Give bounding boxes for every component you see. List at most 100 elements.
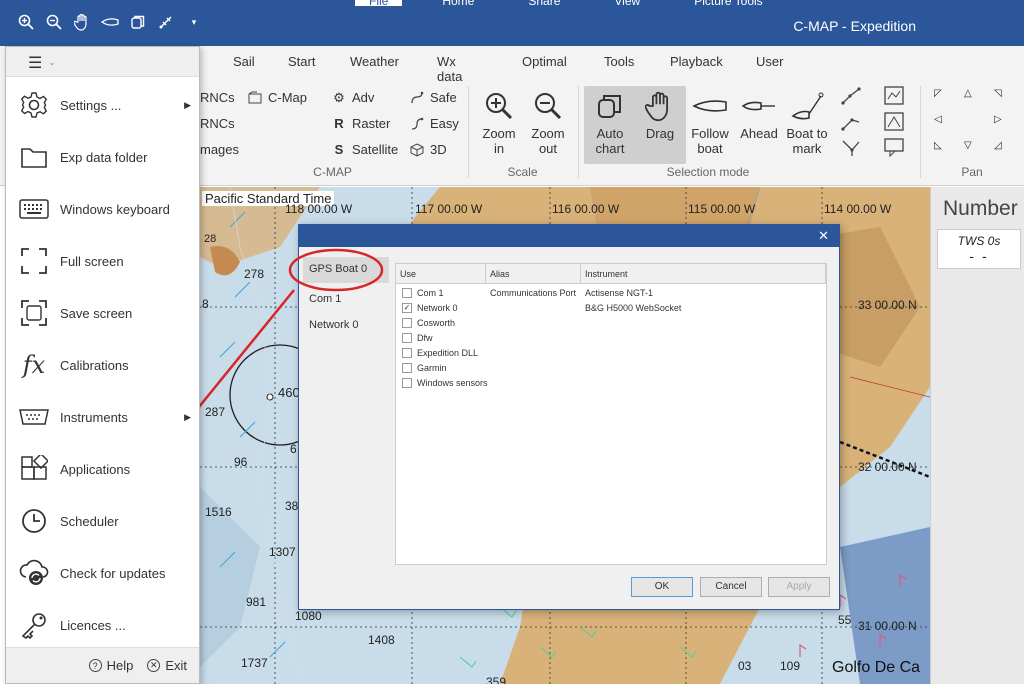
3d-button[interactable]: 3D [410,142,447,157]
zoom-out-qat-icon[interactable] [44,10,64,34]
hand-icon [634,86,686,126]
selection-mode-label: Selection mode [666,165,750,179]
menu-item-windows-keyboard[interactable]: Windows keyboard [6,189,199,229]
menu-item-scheduler[interactable]: Scheduler [6,501,199,541]
grid-row[interactable]: Garmin [402,361,447,375]
depth-1516: 1516 [205,505,232,519]
menu-item-licences[interactable]: Licences ... [6,605,199,645]
menu-item-calibrations[interactable]: fx Calibrations [6,345,199,385]
menu-tab-view[interactable]: View [600,0,654,6]
easy-button[interactable]: Easy [410,116,459,131]
auto-chart-button[interactable]: Auto chart [584,86,636,164]
grid-row[interactable]: Dfw [402,331,433,345]
route-tool-2-icon[interactable] [840,112,870,138]
satellite-qat-icon[interactable] [156,10,176,34]
ahead-button[interactable]: Ahead [733,86,785,141]
hand-qat-icon[interactable] [72,10,92,34]
use-checkbox[interactable] [402,378,412,388]
apply-button[interactable]: Apply [768,577,830,597]
pan-n-icon[interactable]: △ [964,88,972,99]
menu-item-instruments[interactable]: Instruments ▶ [6,397,199,437]
source-item-gps-boat[interactable]: GPS Boat 0 [303,257,389,283]
menu-item-full-screen[interactable]: Full screen [6,241,199,281]
drag-button[interactable]: Drag [634,86,686,164]
follow-boat-button[interactable]: Follow boat [684,86,736,156]
menu-tab-home[interactable]: Home [428,0,488,6]
adv-button[interactable]: ⚙ Adv [332,90,374,106]
pan-nw-icon[interactable]: ◸ [934,88,942,99]
boat-qat-icon[interactable] [100,10,120,34]
pan-s-icon[interactable]: ▽ [964,140,972,151]
menu-item-applications[interactable]: Applications [6,449,199,489]
use-checkbox[interactable] [402,333,412,343]
ribbon-tab-optimal[interactable]: Optimal [522,54,567,69]
zoom-in-button[interactable]: Zoom in [473,86,525,156]
ribbon-tab-tools[interactable]: Tools [604,54,634,69]
depth-1307: 1307 [269,545,296,559]
lon-label-5: 114 00.00 W [824,202,892,216]
boat-to-mark-button[interactable]: Boat to mark [781,86,833,156]
menu-tab-picture-tools[interactable]: Picture Tools [680,0,776,6]
ribbon-tab-weather[interactable]: Weather [350,54,399,69]
images-item[interactable]: mages [200,142,239,157]
use-checkbox[interactable] [402,363,412,373]
menu-item-check-updates[interactable]: Check for updates [6,553,199,593]
grid-row[interactable]: Windows sensors [402,376,488,390]
menu-tab-share[interactable]: Share [514,0,574,6]
copy-qat-icon[interactable] [128,10,148,34]
grid-row[interactable]: Com 1 [402,286,444,300]
rnc-item-1[interactable]: RNCs [200,90,235,105]
cmap-button[interactable]: C-Map [248,90,307,105]
pan-se-icon[interactable]: ◿ [994,140,1002,151]
3d-cube-icon [410,142,424,157]
zoom-out-button[interactable]: Zoom out [522,86,574,156]
route-tool-1-icon[interactable] [840,86,870,112]
qat-customize-icon[interactable]: ▾ [184,10,204,34]
grid-row[interactable]: Expedition DLL [402,346,478,360]
hamburger-icon[interactable]: ☰ [28,53,42,73]
route-tool-3-icon[interactable] [840,138,870,164]
cancel-button[interactable]: Cancel [700,577,762,597]
zoom-out-icon [522,86,574,126]
ribbon-tab-wx-data[interactable]: Wx data [437,54,462,84]
ribbon-tab-sail[interactable]: Sail [233,54,255,69]
grid-row[interactable]: ✓ Network 0 [402,301,458,315]
grid-row[interactable]: Cosworth [402,316,455,330]
chart-tool-1-icon[interactable] [884,86,908,112]
ribbon-tab-start[interactable]: Start [288,54,315,69]
use-checkbox[interactable] [402,348,412,358]
menu-item-exp-data-folder[interactable]: Exp data folder [6,137,199,177]
pan-w-icon[interactable]: ◁ [934,114,942,125]
menu-tab-file[interactable]: File [355,0,403,6]
pan-e-icon[interactable]: ▷ [994,114,1002,125]
rnc-item-2[interactable]: RNCs [200,116,235,131]
pan-sw-icon[interactable]: ◺ [934,140,942,151]
col-header-use[interactable]: Use [396,264,486,284]
col-header-instrument[interactable]: Instrument [581,264,826,284]
use-label: Windows sensors [417,378,488,388]
safe-button[interactable]: Safe [410,90,457,105]
source-item-com1[interactable]: Com 1 [309,293,341,305]
zoom-in-qat-icon[interactable] [16,10,36,34]
ribbon-tab-user[interactable]: User [756,54,783,69]
pan-ne-icon[interactable]: ◹ [994,88,1002,99]
close-icon[interactable]: ✕ [818,228,829,244]
use-checkbox[interactable] [402,288,412,298]
col-header-alias[interactable]: Alias [486,264,581,284]
chart-tool-3-icon[interactable] [884,138,908,164]
use-checkbox[interactable] [402,318,412,328]
use-checkbox[interactable]: ✓ [402,303,412,313]
ok-button[interactable]: OK [631,577,693,597]
chart-tool-2-icon[interactable] [884,112,908,138]
satellite-button[interactable]: S Satellite [332,142,399,157]
ribbon-tab-playback[interactable]: Playback [670,54,723,69]
exit-button[interactable]: ✕ Exit [147,658,187,673]
depth-359: 359 [486,675,507,684]
tws-box[interactable]: TWS 0s - - [937,229,1021,269]
help-button[interactable]: ? Help [88,658,133,673]
raster-button[interactable]: R Raster [332,116,390,131]
chevron-down-icon[interactable]: ⌄ [48,57,56,68]
menu-item-save-screen[interactable]: Save screen [6,293,199,333]
menu-item-settings[interactable]: Settings ... ▶ [6,85,199,125]
source-item-network[interactable]: Network 0 [309,319,359,331]
